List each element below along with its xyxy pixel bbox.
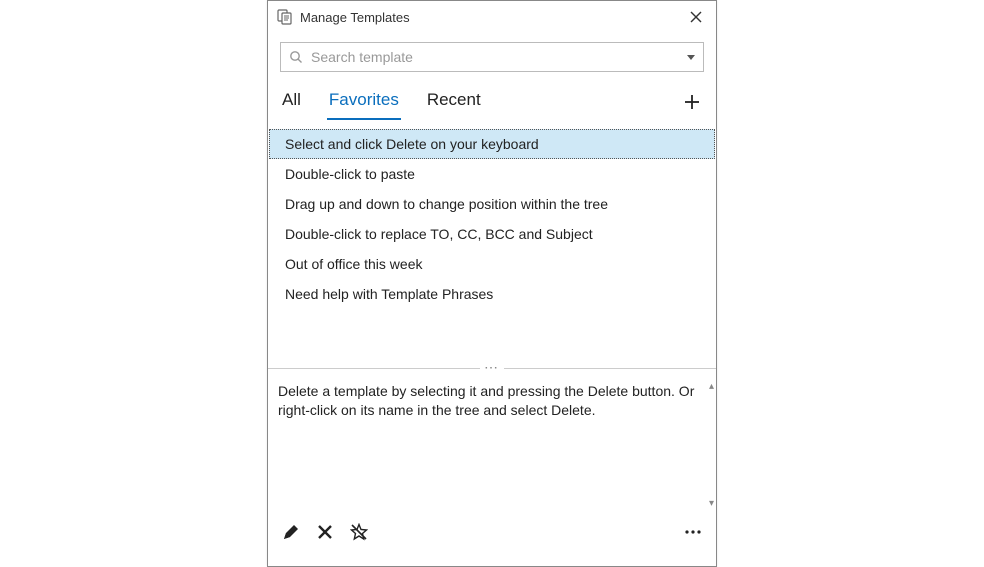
scrollbar-up-icon[interactable]: ▴ [709,380,714,394]
preview-text: Delete a template by selecting it and pr… [278,383,694,418]
edit-icon[interactable] [280,521,302,543]
titlebar: Manage Templates [268,1,716,33]
tab-bar: All Favorites Recent [268,78,716,120]
list-item[interactable]: Drag up and down to change position with… [269,189,715,219]
window-title: Manage Templates [300,10,684,25]
list-item[interactable]: Double-click to replace TO, CC, BCC and … [269,219,715,249]
list-item[interactable]: Select and click Delete on your keyboard [269,129,715,159]
tab-all[interactable]: All [280,86,303,120]
manage-templates-panel: Manage Templates Search template All Fav… [267,0,717,567]
unfavorite-star-icon[interactable] [348,521,370,543]
add-template-button[interactable] [680,90,704,114]
scrollbar-down-icon[interactable]: ▾ [709,497,714,511]
list-item[interactable]: Need help with Template Phrases [269,279,715,309]
delete-icon[interactable] [314,521,336,543]
dropdown-caret-icon[interactable] [687,55,695,60]
preview-pane: Delete a template by selecting it and pr… [268,378,716,512]
splitter-handle[interactable] [268,368,716,378]
tab-recent[interactable]: Recent [425,86,483,120]
close-icon[interactable] [684,5,708,29]
search-input[interactable]: Search template [280,42,704,72]
list-item[interactable]: Double-click to paste [269,159,715,189]
list-item[interactable]: Out of office this week [269,249,715,279]
templates-app-icon [276,8,294,26]
search-icon [289,50,303,64]
more-options-icon[interactable] [682,521,704,543]
bottom-toolbar [268,512,716,552]
tab-favorites[interactable]: Favorites [327,86,401,120]
search-placeholder: Search template [311,49,687,65]
search-container: Search template [268,33,716,78]
template-list: Select and click Delete on your keyboard… [268,128,716,310]
